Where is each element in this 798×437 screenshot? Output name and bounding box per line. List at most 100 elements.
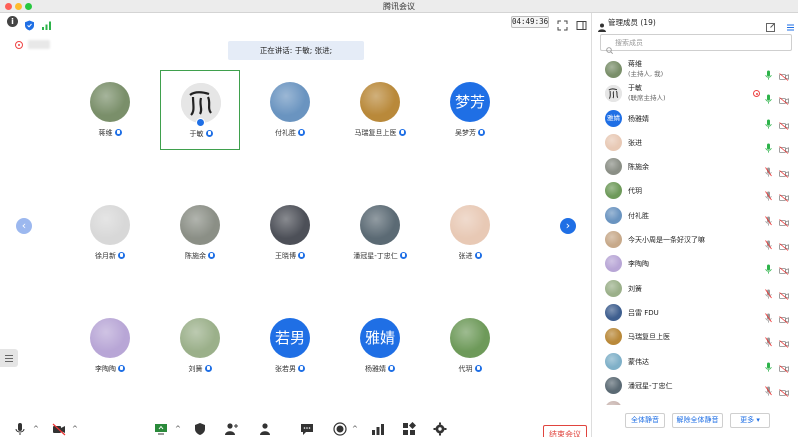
participant-tile[interactable]: 李陶陶: [70, 306, 150, 386]
participant-tile[interactable]: 王晓博: [250, 193, 330, 273]
signal-icon[interactable]: [41, 16, 52, 30]
prev-page-button[interactable]: ‹: [16, 218, 32, 234]
share-tool-button[interactable]: 共享屏幕: [143, 421, 179, 437]
participant-tile[interactable]: 蒋维: [70, 70, 150, 150]
chat-tool-button[interactable]: 聊天: [289, 421, 325, 437]
member-mic-icon[interactable]: [765, 114, 772, 129]
member-camera-off-icon[interactable]: [779, 90, 789, 106]
participant-tile[interactable]: 徐月新: [70, 193, 150, 273]
member-name: 吕雷 FDU: [628, 308, 659, 317]
member-row[interactable]: 陈施余: [592, 155, 798, 179]
record-options-caret-icon[interactable]: ^: [352, 425, 358, 433]
member-camera-off-icon[interactable]: [779, 260, 789, 276]
mute-options-caret-icon[interactable]: ^: [33, 425, 39, 433]
member-camera-off-icon[interactable]: [779, 139, 789, 154]
member-search-input[interactable]: [615, 36, 785, 49]
members-icon: [258, 421, 272, 435]
member-mic-icon[interactable]: [765, 357, 772, 372]
participant-tile[interactable]: 于敏: [160, 70, 240, 150]
participant-tile[interactable]: 马瑞复旦上医: [340, 70, 420, 150]
member-row[interactable]: 潘冠星-丁忠仁: [592, 374, 798, 398]
participant-name: 潘冠星-丁忠仁: [353, 252, 398, 260]
member-row[interactable]: 蒋维 (主持人, 我): [592, 58, 798, 82]
avatar: 雅婧: [605, 109, 622, 127]
member-mic-icon[interactable]: [765, 259, 772, 274]
member-camera-off-icon[interactable]: [779, 115, 789, 130]
member-row[interactable]: 今天小周是一条好汉了嘛: [592, 228, 798, 252]
participant-tile[interactable]: 若男 张若男: [250, 306, 330, 386]
member-row[interactable]: 李陶陶: [592, 252, 798, 276]
member-row[interactable]: 蒙伟达: [592, 350, 798, 374]
participant-tile[interactable]: 陈施余: [160, 193, 240, 273]
more-options-button[interactable]: 更多 ▾: [730, 413, 770, 428]
member-mic-icon[interactable]: [765, 211, 772, 226]
next-page-button[interactable]: ›: [560, 218, 576, 234]
member-name-block: 蒋维 (主持人, 我): [628, 59, 663, 79]
member-row[interactable]: 代玥: [592, 179, 798, 203]
avatar: [605, 206, 622, 224]
member-mic-icon[interactable]: [765, 89, 772, 104]
member-camera-off-icon[interactable]: [779, 309, 789, 324]
share-options-caret-icon[interactable]: ^: [175, 425, 181, 433]
member-row[interactable]: 雅婧 杨雅婧: [592, 107, 798, 131]
recording-icon: [753, 90, 760, 98]
member-mic-icon[interactable]: [765, 138, 772, 153]
participant-tile[interactable]: 付礼胜: [250, 70, 330, 150]
settings-tool-button[interactable]: 设置: [422, 421, 458, 437]
member-mic-icon[interactable]: [765, 284, 772, 299]
member-camera-off-icon[interactable]: [779, 187, 789, 203]
avatar: [90, 205, 130, 245]
unmute-all-button[interactable]: 解除全体静音: [672, 413, 723, 428]
member-row[interactable]: [592, 398, 798, 405]
participant-tile[interactable]: 张进: [430, 193, 510, 273]
member-row[interactable]: 吕雷 FDU: [592, 301, 798, 325]
participant-tile[interactable]: 代玥: [430, 306, 510, 386]
member-camera-off-icon[interactable]: [779, 66, 789, 81]
layout-icon[interactable]: [576, 16, 587, 30]
list-menu-icon[interactable]: [786, 17, 795, 31]
participant-name-row: 王晓博: [250, 251, 330, 261]
member-row[interactable]: 刘簧: [592, 277, 798, 301]
members-tool-button[interactable]: 管理成员(19): [247, 421, 283, 437]
member-row[interactable]: 马瑞复旦上医: [592, 325, 798, 349]
popout-icon[interactable]: [766, 17, 775, 32]
member-mic-icon[interactable]: [765, 235, 772, 250]
avatar: [605, 133, 622, 151]
avatar: [360, 205, 400, 245]
member-mic-icon[interactable]: [765, 381, 772, 396]
shield-icon[interactable]: [24, 16, 35, 31]
participant-tile[interactable]: 潘冠星-丁忠仁: [340, 193, 420, 273]
member-name: 蒋维: [628, 60, 642, 68]
member-mic-icon[interactable]: [765, 186, 772, 202]
member-row[interactable]: 张进: [592, 131, 798, 155]
member-mic-icon[interactable]: [765, 332, 772, 347]
side-menu-icon[interactable]: [0, 349, 18, 367]
fullscreen-icon[interactable]: [557, 16, 568, 31]
participant-tile[interactable]: 雅婧 杨雅婧: [340, 306, 420, 386]
member-mic-icon[interactable]: [765, 162, 772, 177]
member-row[interactable]: 于敏 (联席主持人): [592, 82, 798, 106]
mute-all-button[interactable]: 全体静音: [625, 413, 665, 428]
member-row[interactable]: 付礼胜: [592, 204, 798, 228]
participant-tile[interactable]: 梦芳 吴梦芳: [430, 70, 510, 150]
member-search-box[interactable]: [600, 34, 792, 55]
member-mic-icon[interactable]: [765, 308, 772, 323]
member-camera-off-icon[interactable]: [779, 382, 789, 397]
participant-name: 杨雅婧: [365, 365, 386, 373]
member-camera-off-icon[interactable]: [779, 333, 789, 349]
video-options-caret-icon[interactable]: ^: [72, 425, 78, 433]
member-mic-icon[interactable]: [765, 65, 772, 80]
member-camera-off-icon[interactable]: [779, 163, 789, 178]
member-camera-off-icon[interactable]: [779, 285, 789, 300]
meeting-topbar: i 04:49:36: [0, 13, 591, 31]
mic-icon: [118, 365, 125, 372]
avatar: [90, 82, 130, 122]
invite-tool-button[interactable]: 邀请: [213, 421, 249, 437]
member-camera-off-icon[interactable]: [779, 358, 789, 373]
member-camera-off-icon[interactable]: [779, 212, 789, 227]
info-icon[interactable]: i: [7, 16, 18, 27]
member-camera-off-icon[interactable]: [779, 236, 789, 251]
end-meeting-button[interactable]: 结束会议: [543, 425, 587, 437]
avatar: [605, 328, 622, 346]
participant-tile[interactable]: 刘簧: [160, 306, 240, 386]
